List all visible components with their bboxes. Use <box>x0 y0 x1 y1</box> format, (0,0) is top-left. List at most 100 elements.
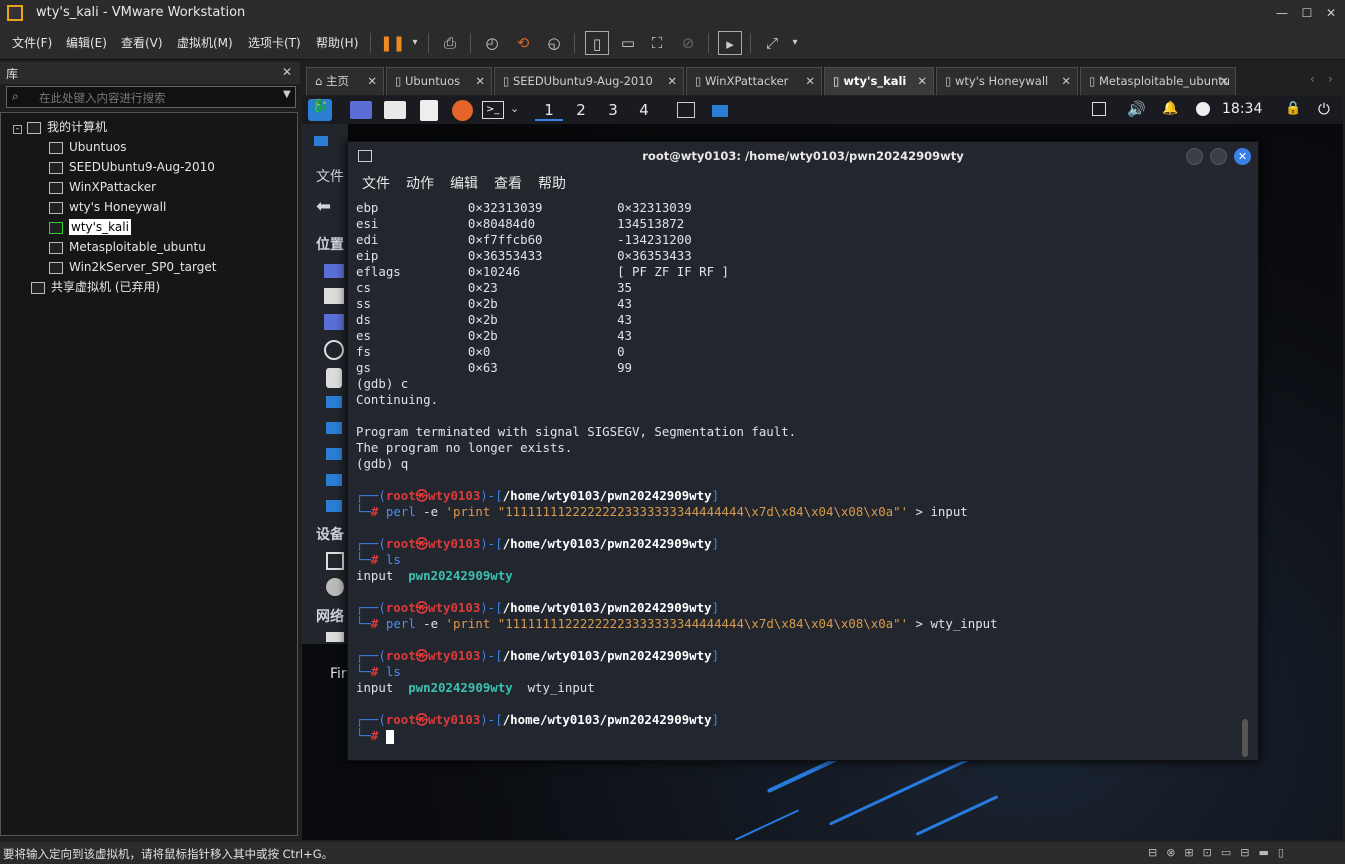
text-editor-icon[interactable] <box>420 100 438 121</box>
kali-menu-icon[interactable]: 🐉 <box>308 99 332 121</box>
tree-vm-item[interactable]: SEEDUbuntu9-Aug-2010 <box>49 157 215 177</box>
send-ctrl-alt-del-icon[interactable]: ⎙ <box>438 31 462 55</box>
tab-metasploitable[interactable]: ▯ Metasploitable_ubuntu ✕ <box>1080 67 1236 95</box>
snapshot-manager-icon[interactable]: ◵ <box>542 31 566 55</box>
lock-icon[interactable]: 🔒 <box>1285 101 1301 116</box>
close-tab-icon[interactable]: ✕ <box>367 68 377 94</box>
tree-vm-item[interactable]: wty's Honeywall <box>49 197 166 217</box>
power-manager-icon[interactable] <box>1196 102 1210 116</box>
minimize-icon[interactable]: — <box>1274 5 1290 21</box>
close-tab-icon[interactable]: ✕ <box>1061 68 1071 94</box>
tab-home[interactable]: ⌂ 主页 ✕ <box>306 67 384 95</box>
term-menu-view[interactable]: 查看 <box>494 173 522 193</box>
tree-shared-vms[interactable]: 共享虚拟机 (已弃用) <box>31 277 160 297</box>
close-tab-icon[interactable]: ✕ <box>805 68 815 94</box>
maximize-icon[interactable]: ☐ <box>1299 5 1315 21</box>
scroll-tabs-left-icon[interactable]: ‹ <box>1310 72 1315 86</box>
pictures-folder-icon[interactable] <box>326 448 342 460</box>
term-menu-file[interactable]: 文件 <box>362 173 390 193</box>
logout-icon[interactable]: ⏻ <box>1318 100 1330 118</box>
notification-bell-icon[interactable]: 🔔 <box>1162 101 1178 116</box>
downloads-folder-icon[interactable] <box>326 500 342 512</box>
scroll-tabs-right-icon[interactable]: › <box>1328 72 1333 86</box>
close-icon[interactable]: ✕ <box>1234 148 1251 165</box>
workspace-1[interactable]: 1 <box>535 101 563 121</box>
menu-view[interactable]: 查看(V) <box>121 34 163 51</box>
terminal-window-button-icon[interactable] <box>677 102 695 118</box>
close-tab-icon[interactable]: ✕ <box>917 68 927 94</box>
revert-snapshot-icon[interactable]: ⟲ <box>511 31 535 55</box>
close-tab-icon[interactable]: ✕ <box>1219 68 1229 94</box>
music-folder-icon[interactable] <box>326 422 342 434</box>
vm-icon <box>49 141 63 154</box>
tab-ubuntuos[interactable]: ▯ Ubuntuos ✕ <box>386 67 492 95</box>
terminal-window[interactable]: root@wty0103: /home/wty0103/pwn20242909w… <box>347 141 1259 761</box>
back-arrow-icon[interactable]: ⬅ <box>316 196 331 217</box>
tab-wtys-honeywall[interactable]: ▯ wty's Honeywall ✕ <box>936 67 1078 95</box>
volume-icon[interactable]: 🔊 <box>1127 100 1146 118</box>
workspace-2[interactable]: 2 <box>567 101 595 121</box>
close-tab-icon[interactable]: ✕ <box>475 68 485 94</box>
tree-vm-item-selected[interactable]: wty's_kali <box>49 217 131 237</box>
tree-root[interactable]: - 我的计算机 <box>13 117 107 137</box>
optical-drive-icon[interactable] <box>326 578 344 596</box>
firefox-icon[interactable] <box>452 100 473 121</box>
folder-window-button-icon[interactable] <box>712 105 728 117</box>
vm-display[interactable]: 🐉 >_ ⌄ 1 2 3 4 🔊 🔔 18:34 🔒 ⏻ 文件 ⬅ 位置 设备 … <box>302 96 1343 840</box>
term-menu-edit[interactable]: 编辑 <box>450 173 478 193</box>
computer-place-icon[interactable] <box>324 314 344 330</box>
thumbnail-bar-icon[interactable]: ▭ <box>616 31 640 55</box>
tab-seedubuntu[interactable]: ▯ SEEDUbuntu9-Aug-2010 ✕ <box>494 67 684 95</box>
fullscreen-icon[interactable]: ⛶ <box>645 31 669 55</box>
console-view-icon[interactable]: ▸ <box>718 31 742 55</box>
chevron-down-icon[interactable]: ▾ <box>783 31 807 55</box>
library-search-input[interactable]: ⌕ 在此处键入内容进行搜索 ▼ <box>6 86 296 108</box>
tree-vm-item[interactable]: Ubuntuos <box>49 137 127 157</box>
stretch-icon[interactable]: ⤢ <box>760 31 784 55</box>
desktop-place-icon[interactable] <box>324 264 344 278</box>
tree-vm-item[interactable]: Win2kServer_SP0_target <box>49 257 216 277</box>
tab-winxpattacker[interactable]: ▯ WinXPattacker ✕ <box>686 67 822 95</box>
tree-vm-item[interactable]: WinXPattacker <box>49 177 156 197</box>
videos-folder-icon[interactable] <box>326 474 342 486</box>
snapshot-icon[interactable]: ◴ <box>480 31 504 55</box>
menu-edit[interactable]: 编辑(E) <box>66 34 107 51</box>
close-icon[interactable]: ✕ <box>1323 5 1339 21</box>
term-menu-actions[interactable]: 动作 <box>406 173 434 193</box>
device-status-icons[interactable]: ⊟⊗⊞⊡▭⊟▬▯ <box>1148 846 1293 859</box>
close-library-icon[interactable]: ✕ <box>282 65 292 79</box>
home-place-icon[interactable] <box>324 288 344 304</box>
workspace-3[interactable]: 3 <box>599 101 627 121</box>
menu-vm[interactable]: 虚拟机(M) <box>177 34 233 51</box>
maximize-icon[interactable] <box>1210 148 1227 165</box>
menu-file[interactable]: 文件(F) <box>12 34 52 51</box>
terminal-output[interactable]: ebp 0×32313039 0×32313039 esi 0×80484d0 … <box>356 200 1236 744</box>
terminal-launcher-icon[interactable]: >_ <box>482 101 504 119</box>
chevron-down-icon[interactable]: ▾ <box>403 31 427 55</box>
chevron-down-icon[interactable]: ⌄ <box>510 102 519 115</box>
menu-tabs[interactable]: 选项卡(T) <box>248 34 301 51</box>
file-manager-icon[interactable] <box>384 101 406 119</box>
panel-clock[interactable]: 18:34 <box>1222 101 1262 117</box>
unity-icon[interactable]: ⊘ <box>676 31 700 55</box>
close-tab-icon[interactable]: ✕ <box>667 68 677 94</box>
terminal-scrollbar[interactable] <box>1242 719 1248 757</box>
tab-wtys-kali[interactable]: ▯ wty's_kali ✕ <box>824 67 934 95</box>
trash-icon[interactable] <box>326 368 342 388</box>
documents-folder-icon[interactable] <box>326 396 342 408</box>
minimize-icon[interactable] <box>1186 148 1203 165</box>
show-desktop-icon[interactable] <box>350 101 372 119</box>
workspace-4[interactable]: 4 <box>630 101 658 121</box>
network-place-icon[interactable] <box>324 340 344 360</box>
pause-icon[interactable]: ❚❚ <box>380 31 405 55</box>
menu-help[interactable]: 帮助(H) <box>316 34 358 51</box>
disk-icon[interactable] <box>326 552 344 570</box>
chevron-down-icon[interactable]: ▼ <box>283 89 291 100</box>
tree-vm-item[interactable]: Metasploitable_ubuntu <box>49 237 206 257</box>
collapse-icon[interactable]: - <box>13 125 22 134</box>
network-icon[interactable] <box>1092 102 1106 116</box>
term-menu-help[interactable]: 帮助 <box>538 173 566 193</box>
fm-menu-file[interactable]: 文件 <box>316 166 344 186</box>
show-library-icon[interactable]: ▯ <box>585 31 609 55</box>
network-drive-icon[interactable] <box>326 632 344 642</box>
